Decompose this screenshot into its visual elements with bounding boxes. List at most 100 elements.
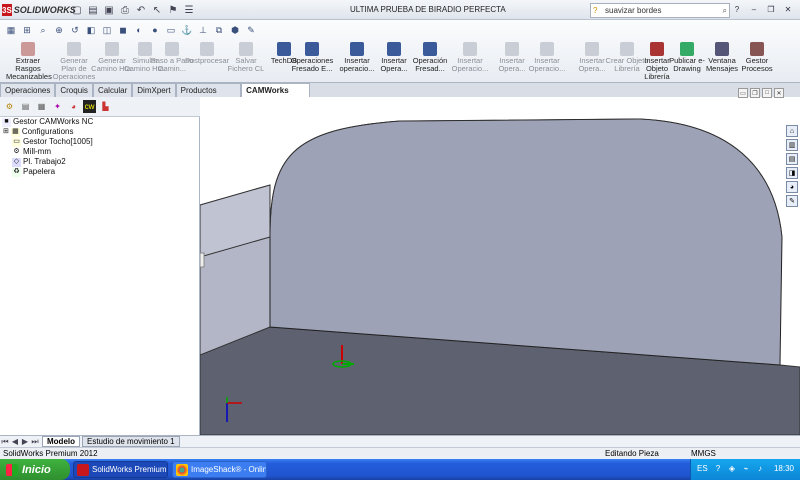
- file-explorer-icon[interactable]: ▤: [786, 153, 798, 165]
- tab-camworks[interactable]: CAMWorks 2012: [241, 83, 310, 106]
- view-orientation-icon[interactable]: ◫: [100, 23, 114, 37]
- tab-modelo[interactable]: Modelo: [42, 436, 80, 447]
- tab-dimxpert[interactable]: DimXpert: [132, 83, 176, 97]
- part-front-face: [269, 118, 783, 366]
- tag-icon[interactable]: ⬢: [228, 23, 242, 37]
- viewport-minimize-icon[interactable]: ▭: [738, 88, 748, 98]
- viewport-maximize-icon[interactable]: □: [762, 88, 772, 98]
- previous-view-icon[interactable]: ↺: [68, 23, 82, 37]
- toolbar-button-12[interactable]: Insertar Operacio...: [448, 42, 492, 82]
- viewport-close-icon[interactable]: ✕: [774, 88, 784, 98]
- print-icon[interactable]: ⎙: [118, 3, 132, 17]
- toolbar-button-14[interactable]: Insertar Operacio...: [525, 42, 569, 82]
- viewport-restore-icon[interactable]: ❐: [750, 88, 760, 98]
- tab-motion-study[interactable]: Estudio de movimiento 1: [82, 436, 180, 447]
- first-tab-icon[interactable]: ⏮: [0, 437, 10, 447]
- task-solidworks[interactable]: SolidWorks Premium 2...: [73, 461, 168, 478]
- insert-op4-icon: [505, 42, 519, 56]
- new-document-icon[interactable]: ▢: [70, 3, 84, 17]
- zoom-area-icon[interactable]: ⊕: [52, 23, 66, 37]
- design-library-icon[interactable]: ▥: [786, 139, 798, 151]
- dimxpert-tab-icon[interactable]: ✦: [51, 100, 64, 113]
- status-units[interactable]: MMGS: [691, 448, 716, 459]
- appearance-icon[interactable]: ●: [148, 23, 162, 37]
- zoom-fit-icon[interactable]: ⌕: [36, 23, 50, 37]
- link-icon[interactable]: ⊞: [20, 23, 34, 37]
- volume-icon[interactable]: ♪: [755, 463, 765, 473]
- status-product: SolidWorks Premium 2012: [3, 449, 98, 458]
- grid-icon[interactable]: ▦: [4, 23, 18, 37]
- scene-icon[interactable]: ▭: [164, 23, 178, 37]
- feature-tree: ■ Gestor CAMWorks NC ⊞ ▦ Configurations ▭ Gest…: [0, 117, 200, 435]
- search-field[interactable]: ? suavizar bordes ⌕: [590, 3, 730, 18]
- splitter-handle[interactable]: [200, 252, 205, 268]
- tab-croquis[interactable]: Croquis: [55, 83, 93, 97]
- toolbar-button-11[interactable]: Operación Fresad...: [408, 42, 452, 82]
- camworks-feature-tab-icon[interactable]: cw: [83, 100, 96, 113]
- view-palette-icon[interactable]: ◨: [786, 167, 798, 179]
- tree-item[interactable]: ♻ Papelera: [0, 167, 199, 177]
- bottom-tabs: ⏮ ◀ ▶ ⏭ Modelo Estudio de movimiento 1: [0, 435, 800, 447]
- options-icon[interactable]: ☰: [182, 3, 196, 17]
- tray-network-icon[interactable]: ⌁: [741, 463, 751, 473]
- section-view-icon[interactable]: ◧: [84, 23, 98, 37]
- custom-properties-icon[interactable]: ✎: [786, 195, 798, 207]
- toolbar-button-label: Insertar Opera...: [578, 56, 606, 73]
- toolbar-button-5[interactable]: Postprocesar: [185, 42, 229, 82]
- select-icon[interactable]: ↖: [150, 3, 164, 17]
- anchor-icon[interactable]: ⚓: [180, 23, 194, 37]
- next-tab-icon[interactable]: ▶: [20, 437, 30, 446]
- rebuild-icon[interactable]: ⚑: [166, 3, 180, 17]
- search-input[interactable]: suavizar bordes: [605, 6, 661, 15]
- search-icon[interactable]: ⌕: [723, 4, 727, 17]
- part-model[interactable]: [200, 97, 800, 435]
- feature-tree-tab-icon[interactable]: ⚙: [3, 100, 16, 113]
- start-button[interactable]: Inicio: [0, 459, 70, 480]
- save-icon[interactable]: ▣: [102, 3, 116, 17]
- open-icon[interactable]: ▤: [86, 3, 100, 17]
- tab-calcular[interactable]: Calcular: [92, 83, 133, 97]
- select-filter-icon[interactable]: ✎: [244, 23, 258, 37]
- config-tab-icon[interactable]: ▦: [35, 100, 48, 113]
- tree-item[interactable]: ⚙ Mill-mm: [0, 147, 199, 157]
- last-tab-icon[interactable]: ⏭: [30, 437, 40, 447]
- measure-icon[interactable]: ⊥: [196, 23, 210, 37]
- property-tab-icon[interactable]: ▤: [19, 100, 32, 113]
- resources-icon[interactable]: ⌂: [786, 125, 798, 137]
- appearances-icon[interactable]: ◕: [786, 181, 798, 193]
- help-search-icon: ?: [593, 6, 598, 15]
- tray-help-icon[interactable]: ?: [713, 463, 723, 473]
- display-tab-icon[interactable]: ◕: [67, 100, 80, 113]
- minimize-icon[interactable]: –: [746, 2, 762, 16]
- camworks-operation-tab-icon[interactable]: ▙: [99, 100, 112, 113]
- toolbar-button-label: Operación Fresad...: [412, 56, 448, 73]
- toolbar-button-20[interactable]: Gestor Procesos: [735, 42, 779, 82]
- task-browser[interactable]: ImageShack® - Onlin...: [172, 461, 267, 478]
- tab-operaciones[interactable]: Operaciones: [0, 83, 56, 97]
- tray-app-icon[interactable]: ◈: [727, 463, 737, 473]
- display-style-icon[interactable]: ◼: [116, 23, 130, 37]
- tab-productos-office[interactable]: Productos Office: [175, 83, 242, 106]
- restore-icon[interactable]: ❐: [763, 2, 779, 16]
- tree-item[interactable]: ⊞ ▦ Configurations: [0, 127, 199, 137]
- toolbar-button-label: Extraer Rasgos Mecanizables: [6, 56, 52, 81]
- undo-icon[interactable]: ↶: [134, 3, 148, 17]
- tree-item-label: Pl. Trabajo2: [23, 157, 66, 166]
- close-icon[interactable]: ✕: [780, 2, 796, 16]
- tree-item[interactable]: ■ Gestor CAMWorks NC: [0, 117, 199, 127]
- toolbar-button-8[interactable]: Operaciones Fresado E...: [290, 42, 334, 82]
- mill-ops-icon: [305, 42, 319, 56]
- graphics-viewport[interactable]: [200, 97, 800, 435]
- help-icon[interactable]: ?: [729, 2, 745, 16]
- layers-icon[interactable]: ⧉: [212, 23, 226, 37]
- tree-item[interactable]: ▭ Gestor Tocho[1005]: [0, 137, 199, 147]
- expand-icon[interactable]: ⊞: [3, 127, 9, 137]
- toolbar-button-label: Postprocesar: [185, 56, 230, 65]
- solidworks-logo[interactable]: 3S SOLIDWORKS: [2, 2, 76, 18]
- language-indicator[interactable]: ES: [697, 464, 708, 473]
- hide-show-icon[interactable]: ◐: [132, 23, 146, 37]
- task-pane-tabs: ⌂ ▥ ▤ ◨ ◕ ✎: [786, 125, 800, 207]
- toolbar-button-0[interactable]: Extraer Rasgos Mecanizables: [6, 42, 52, 82]
- tree-item[interactable]: ◇ Pl. Trabajo2: [0, 157, 199, 167]
- prev-tab-icon[interactable]: ◀: [10, 437, 20, 446]
